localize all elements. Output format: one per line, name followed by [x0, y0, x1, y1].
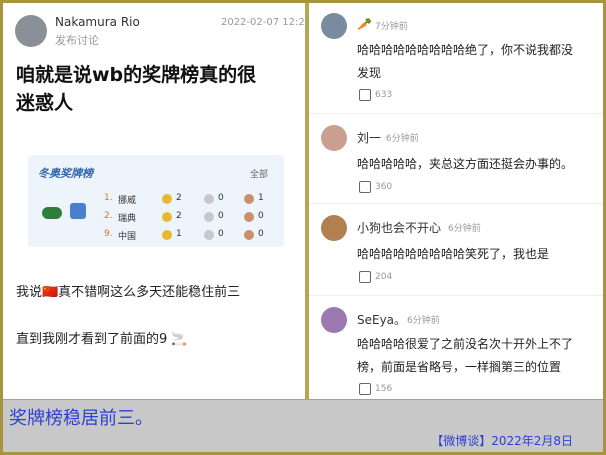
post-panel: Nakamura Rio 2022-02-07 12:21 发布讨论 咱就是说w… — [3, 3, 311, 399]
yili-logo — [42, 207, 62, 219]
medal-card-filter[interactable]: 全部 — [250, 167, 268, 180]
bronze-count: 0 — [258, 229, 264, 239]
gold-count: 2 — [176, 211, 182, 221]
post-timestamp: 2022-02-07 12:21 — [221, 17, 312, 28]
medal-rank: 2. — [104, 211, 113, 221]
comment-item: SeEya。 6分钟前 哈哈哈哈很爱了之前没名次十开外上不了 榜，前面是省略号，… — [309, 297, 603, 399]
bronze-medal-icon — [244, 194, 254, 204]
gold-medal-icon — [162, 212, 172, 222]
medal-country: 瑞典 — [118, 214, 137, 224]
post-body-line2: 直到我刚才看到了前面的9 🚬 — [16, 332, 188, 347]
comment-item: 小狗也会不开心 6分钟前 哈哈哈哈哈哈哈哈哈笑死了，我也是 204 — [309, 205, 603, 293]
silver-count: 0 — [218, 229, 224, 239]
comment-divider — [309, 203, 603, 204]
commenter-avatar[interactable] — [321, 13, 347, 39]
author-name[interactable]: Nakamura Rio — [55, 15, 140, 29]
comment-text-line1: 哈哈哈哈哈，夹总这方面还挺会办事的。 — [357, 157, 574, 171]
commenter-name[interactable]: 刘一 — [357, 129, 381, 146]
author-avatar[interactable] — [15, 15, 47, 47]
comment-time: 7分钟前 — [375, 22, 408, 32]
olympics-logo — [70, 203, 86, 219]
post-body-line1: 我说🇨🇳真不错啊这么多天还能稳住前三 — [16, 285, 241, 300]
commenter-avatar[interactable] — [321, 125, 347, 151]
comment-time: 6分钟前 — [448, 224, 481, 234]
like-count: 156 — [375, 384, 393, 394]
comment-text-line1: 哈哈哈哈哈哈哈哈哈笑死了，我也是 — [357, 247, 550, 261]
bronze-medal-icon — [244, 212, 254, 222]
commenter-avatar[interactable] — [321, 307, 347, 333]
medal-table-card[interactable]: 冬奥奖牌榜 全部 1. 挪威 2 0 1 2. 瑞典 2 0 0 9. 中国 1… — [28, 155, 284, 247]
silver-medal-icon — [204, 212, 214, 222]
gold-count: 1 — [176, 229, 182, 239]
like-icon[interactable] — [359, 181, 371, 193]
silver-count: 0 — [218, 211, 224, 221]
post-subtitle: 发布讨论 — [55, 34, 99, 47]
comment-text-line1: 哈哈哈哈哈哈哈哈哈绝了，你不说我都没 — [357, 43, 574, 57]
commenter-avatar[interactable] — [321, 215, 347, 241]
post-title-line1: 咱就是说wb的奖牌榜真的很 — [16, 64, 257, 86]
medal-country: 挪威 — [118, 196, 137, 206]
like-count: 204 — [375, 272, 393, 282]
comment-divider — [309, 113, 603, 114]
silver-medal-icon — [204, 194, 214, 204]
silver-count: 0 — [218, 193, 224, 203]
commenter-name[interactable]: 🥕 — [357, 17, 372, 31]
comments-panel: 🥕 7分钟前 哈哈哈哈哈哈哈哈哈绝了，你不说我都没 发现 633 刘一 6分钟前… — [309, 3, 603, 399]
bronze-count: 0 — [258, 211, 264, 221]
comment-text-line2: 发现 — [357, 66, 382, 80]
like-count: 633 — [375, 90, 393, 100]
silver-medal-icon — [204, 230, 214, 240]
bronze-count: 1 — [258, 193, 264, 203]
gold-medal-icon — [162, 194, 172, 204]
comment-time: 6分钟前 — [386, 134, 419, 144]
like-count: 360 — [375, 182, 393, 192]
post-title-line2: 迷惑人 — [16, 92, 74, 114]
like-icon[interactable] — [359, 383, 371, 395]
bronze-medal-icon — [244, 230, 254, 240]
like-icon[interactable] — [359, 271, 371, 283]
like-icon[interactable] — [359, 89, 371, 101]
gold-count: 2 — [176, 193, 182, 203]
medal-rank: 1. — [104, 193, 113, 203]
medal-row: 1. 挪威 2 0 1 — [104, 193, 284, 207]
commenter-name[interactable]: 小狗也会不开心 — [357, 219, 441, 236]
comment-item: 🥕 7分钟前 哈哈哈哈哈哈哈哈哈绝了，你不说我都没 发现 633 — [309, 3, 603, 111]
medal-rank: 9. — [104, 229, 113, 239]
comment-time: 6分钟前 — [407, 316, 440, 326]
comment-text-line1: 哈哈哈哈很爱了之前没名次十开外上不了 — [357, 337, 574, 351]
commenter-name[interactable]: SeEya。 — [357, 311, 406, 328]
medal-row: 2. 瑞典 2 0 0 — [104, 211, 284, 225]
medal-row: 9. 中国 1 0 0 — [104, 229, 284, 243]
comment-text-line2: 榜，前面是省略号，一样搁第三的位置 — [357, 360, 562, 374]
gold-medal-icon — [162, 230, 172, 240]
source-credit: 【微博谈】2022年2月8日 — [431, 434, 573, 448]
medal-card-header: 冬奥奖牌榜 — [38, 167, 93, 180]
comment-divider — [309, 295, 603, 296]
caption-text: 奖牌榜稳居前三。 — [9, 408, 153, 429]
medal-country: 中国 — [118, 232, 137, 242]
caption-bar: 奖牌榜稳居前三。 【微博谈】2022年2月8日 — [3, 400, 603, 452]
comment-item: 刘一 6分钟前 哈哈哈哈哈，夹总这方面还挺会办事的。 360 — [309, 115, 603, 203]
